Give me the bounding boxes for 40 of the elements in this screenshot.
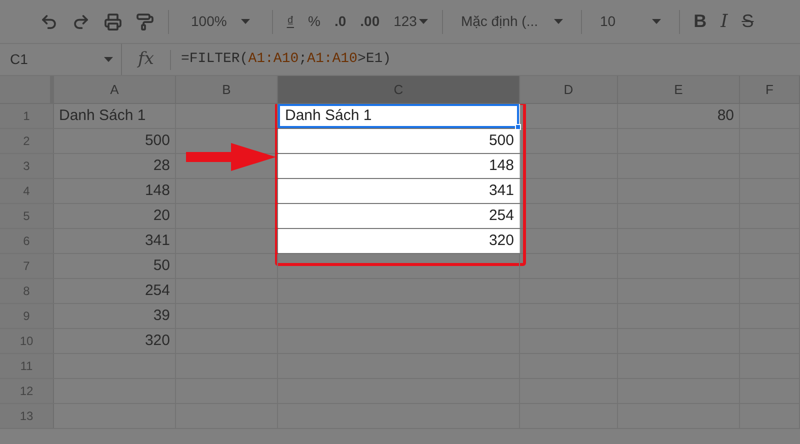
table-cell[interactable]: 28 [54,154,175,178]
table-cell[interactable]: 148 [278,154,519,178]
redo-icon[interactable] [72,12,90,30]
caret-icon [418,19,428,24]
font-size-dropdown[interactable]: 10 [596,11,665,32]
table-cell[interactable]: 254 [54,279,175,303]
currency-button[interactable]: ₫ [286,11,294,32]
paint-format-icon[interactable] [136,12,154,30]
table-cell[interactable]: 341 [278,179,519,203]
table-cell[interactable]: 320 [54,329,175,353]
table-cell[interactable]: 20 [54,204,175,228]
bold-button[interactable]: B [694,8,707,35]
more-formats-button[interactable]: 123 [394,11,428,32]
increase-decimals-button[interactable]: .00 [360,11,380,32]
zoom-dropdown[interactable]: 100% [183,11,258,32]
table-cell[interactable]: 500 [278,129,519,153]
table-cell[interactable]: Danh Sách 1 [278,104,519,128]
table-cell[interactable]: 341 [54,229,175,253]
caret-icon [104,57,113,62]
table-cell[interactable]: 254 [278,204,519,228]
fx-label: fx [136,48,155,71]
decrease-decimals-button[interactable]: .0 [334,11,346,32]
strikethrough-button[interactable]: S [742,8,754,35]
percent-button[interactable]: % [308,11,320,32]
italic-button[interactable]: I [720,8,728,35]
table-cell[interactable]: 500 [54,129,175,153]
formula-field[interactable]: =FILTER(A1:A10;A1:A10>E1) [171,49,392,70]
print-icon[interactable] [104,12,122,30]
caret-icon [240,19,250,24]
table-cell[interactable]: 148 [54,179,175,203]
caret-icon [554,19,563,24]
table-cell[interactable]: 80 [618,104,739,128]
caret-icon [652,19,661,24]
table-cell[interactable]: 50 [54,254,175,278]
table-cell[interactable]: 39 [54,304,175,328]
undo-icon[interactable] [40,12,58,30]
font-dropdown[interactable]: Mặc định (... [456,11,567,32]
name-box[interactable]: C1 [0,44,122,75]
table-cell[interactable]: 320 [278,229,519,253]
table-cell[interactable]: Danh Sách 1 [54,104,175,128]
